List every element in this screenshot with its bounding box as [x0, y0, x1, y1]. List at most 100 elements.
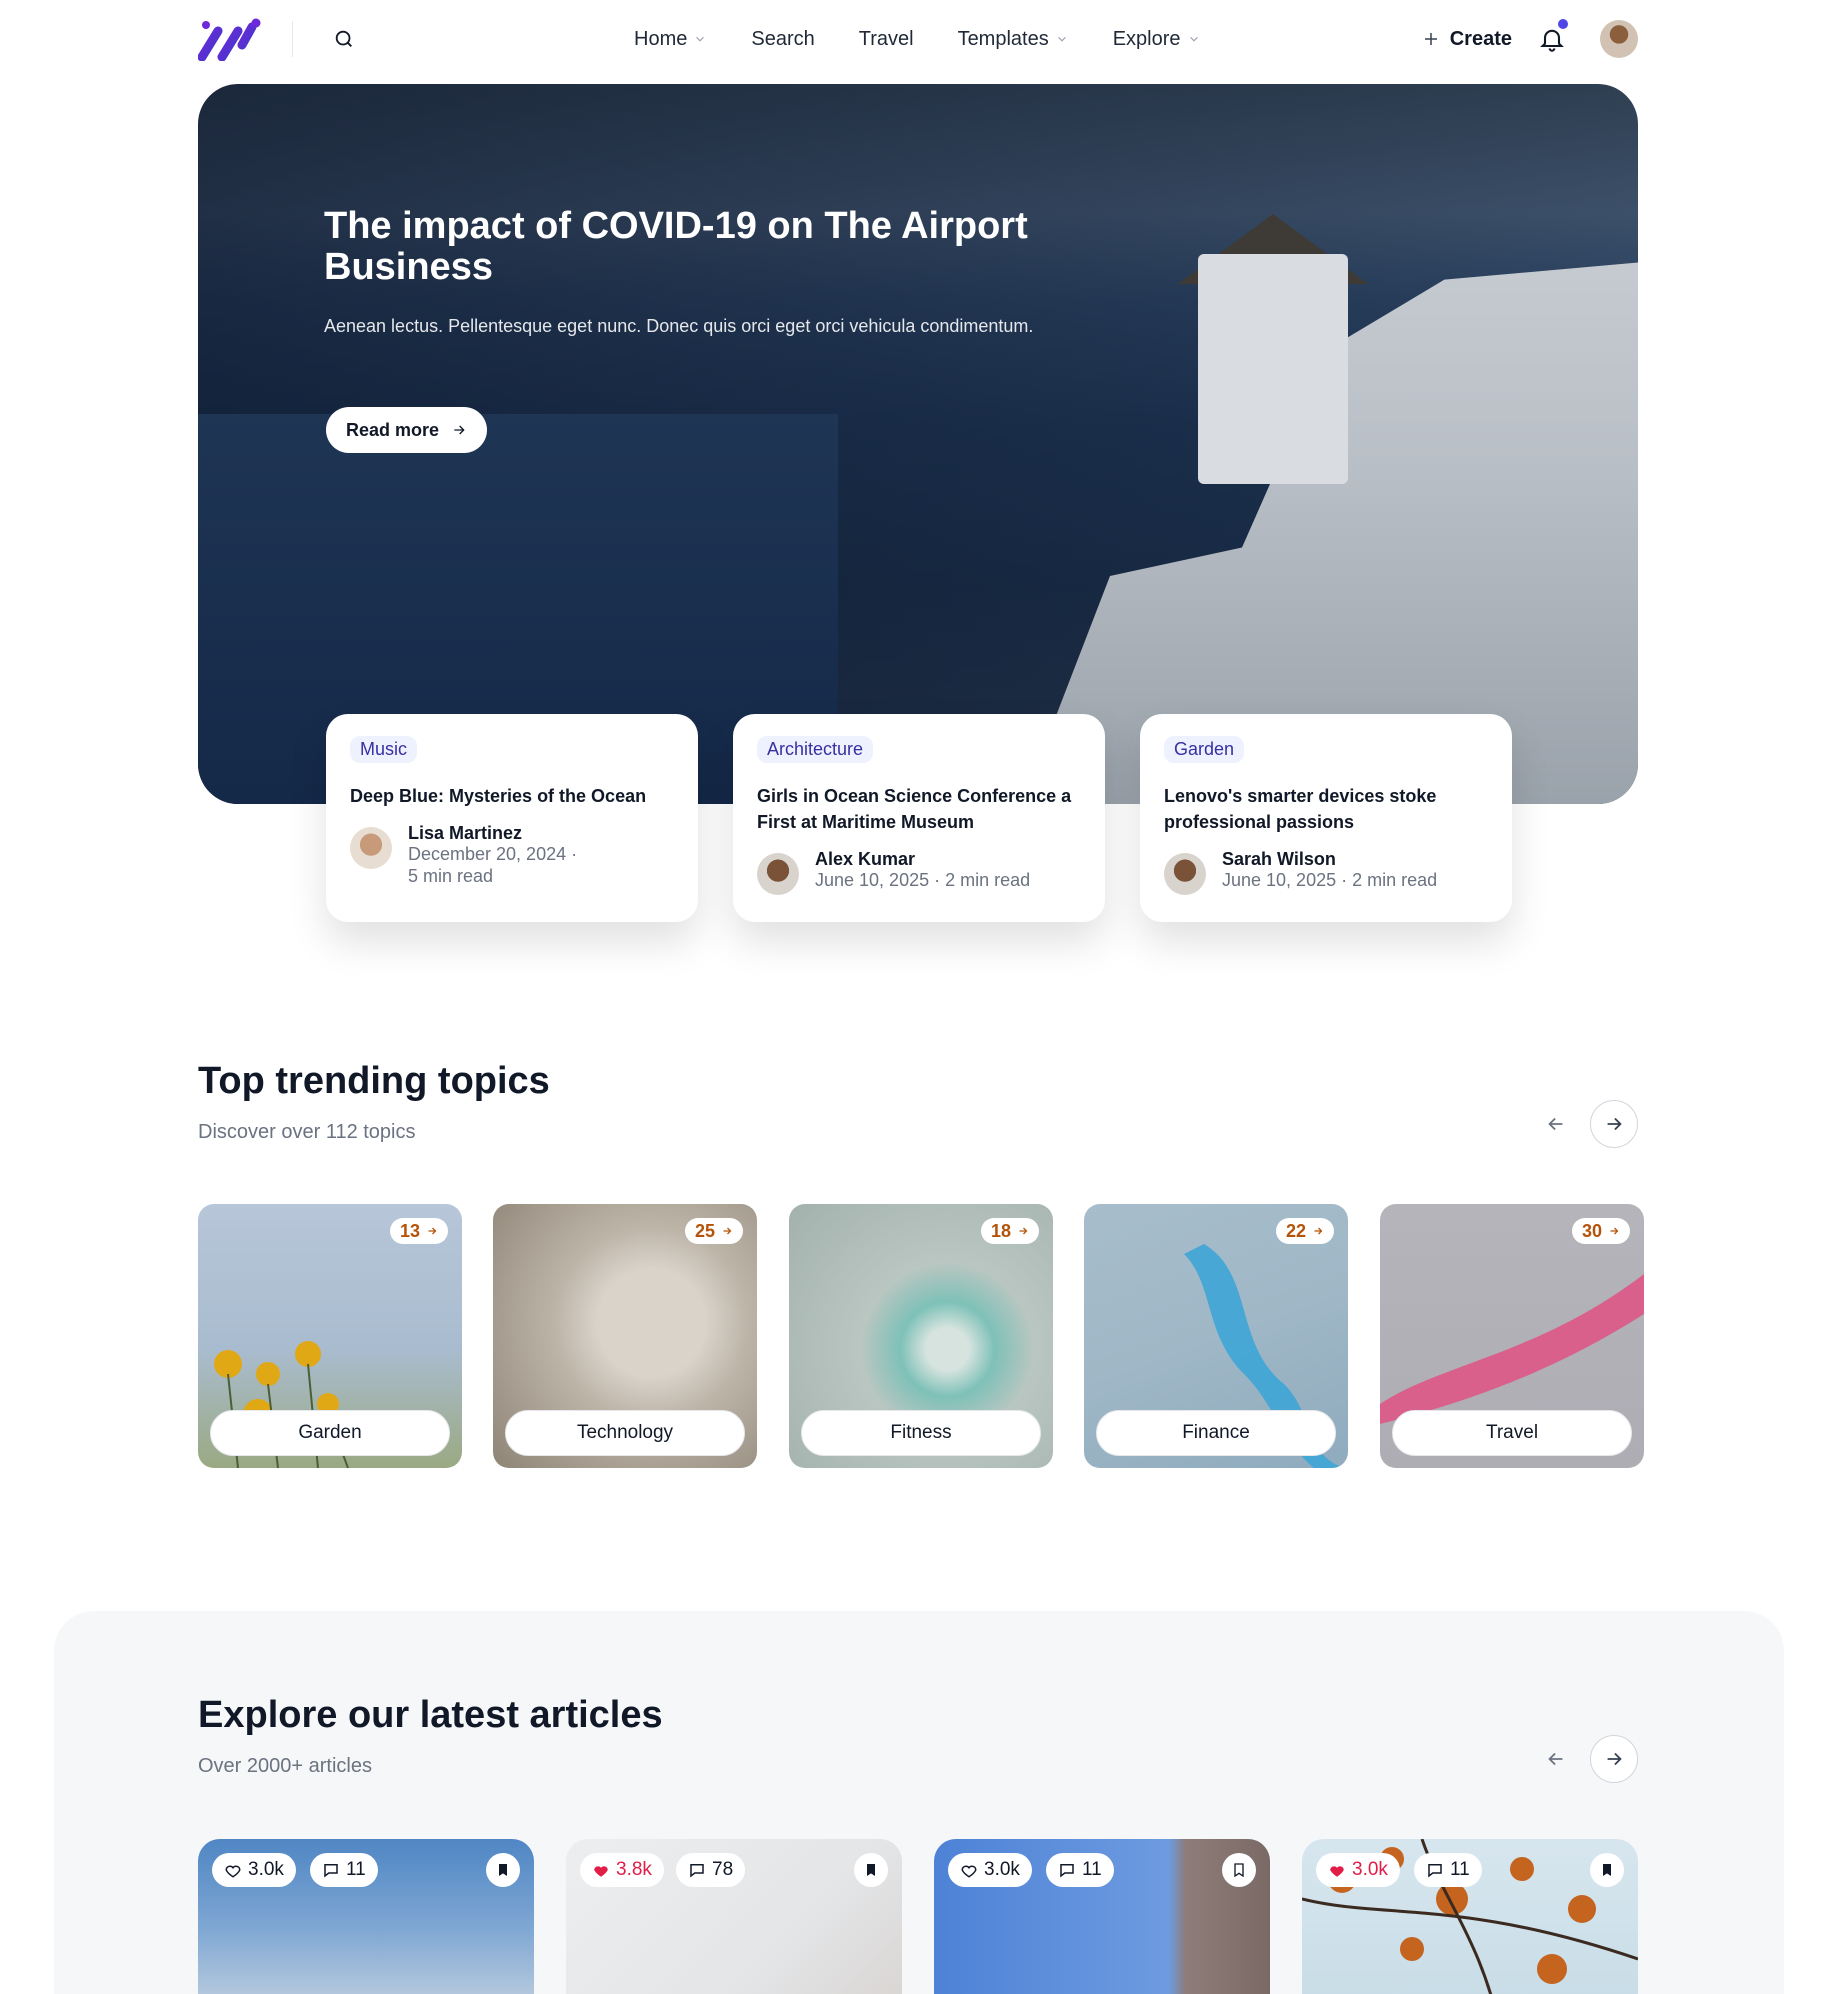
nav-search-label: Search	[751, 27, 815, 50]
header-search-button[interactable]	[327, 22, 361, 56]
featured-card-title[interactable]: Deep Blue: Mysteries of the Ocean	[350, 783, 674, 809]
nav-templates[interactable]: Templates	[936, 17, 1091, 61]
read-more-button[interactable]: Read more	[326, 407, 488, 453]
topic-count: 30	[1581, 1220, 1602, 1241]
article-card[interactable]: 3.0k 11	[198, 1839, 534, 1994]
like-count: 3.0k	[248, 1859, 284, 1880]
topic-name[interactable]: Travel	[1392, 1410, 1632, 1456]
category-badge[interactable]: Architecture	[757, 736, 874, 763]
topic-card-travel[interactable]: 30 Travel	[1380, 1204, 1644, 1468]
latest-subtitle: Over 2000+ articles	[198, 1755, 372, 1777]
bookmark-button[interactable]	[1222, 1853, 1256, 1887]
bookmark-button[interactable]	[854, 1853, 888, 1887]
nav-explore[interactable]: Explore	[1091, 17, 1223, 61]
topic-name[interactable]: Finance	[1096, 1410, 1336, 1456]
featured-card-title[interactable]: Girls in Ocean Science Conference a Firs…	[757, 783, 1081, 835]
article-card[interactable]: 3.8k 78	[566, 1839, 902, 1994]
heart-icon	[225, 1865, 241, 1878]
bell-icon	[1540, 29, 1564, 52]
topic-name[interactable]: Garden	[210, 1410, 450, 1456]
trending-prev-button[interactable]	[1532, 1100, 1580, 1148]
topic-card-fitness[interactable]: 18 Fitness	[789, 1204, 1053, 1468]
topic-name[interactable]: Fitness	[801, 1410, 1041, 1456]
topic-count: 22	[1285, 1220, 1306, 1241]
comment-button[interactable]: 11	[1414, 1853, 1482, 1887]
comment-icon	[1060, 1864, 1074, 1878]
page: Home Search Travel Templates Explore Cre…	[0, 0, 1840, 1994]
like-button[interactable]: 3.0k	[212, 1853, 296, 1887]
topic-count: 25	[694, 1220, 715, 1241]
like-count: 3.0k	[984, 1859, 1020, 1880]
notification-dot	[1558, 19, 1568, 29]
topic-count-badge: 18	[980, 1218, 1039, 1244]
plus-icon	[1424, 33, 1437, 45]
hero-image-windmill	[1198, 254, 1348, 484]
arrow-right-icon	[428, 1227, 437, 1235]
chevron-down-icon	[1189, 36, 1198, 42]
user-avatar[interactable]	[1600, 20, 1638, 58]
chevron-down-icon	[1057, 36, 1066, 42]
heart-icon	[961, 1865, 977, 1878]
latest-title: Explore our latest articles	[198, 1694, 663, 1736]
topic-count: 18	[990, 1220, 1011, 1241]
bookmark-button[interactable]	[486, 1853, 520, 1887]
arrow-right-icon	[1019, 1227, 1028, 1235]
notifications-button[interactable]	[1538, 19, 1568, 53]
header-actions: Create	[1422, 0, 1638, 78]
article-card[interactable]: 3.0k 11	[934, 1839, 1270, 1994]
article-card[interactable]: 3.0k 11	[1302, 1839, 1638, 1994]
topic-count-badge: 22	[1275, 1218, 1334, 1244]
arrow-right-icon	[1314, 1227, 1323, 1235]
trending-next-button[interactable]	[1590, 1100, 1638, 1148]
featured-card[interactable]: Architecture Girls in Ocean Science Conf…	[733, 714, 1105, 922]
avatar[interactable]	[350, 827, 392, 869]
author-info: Sarah Wilson June 10, 2025 · 2 min read	[1164, 849, 1488, 895]
latest-next-button[interactable]	[1590, 1735, 1638, 1783]
search-icon	[335, 30, 352, 47]
arrow-left-icon	[1548, 1752, 1563, 1766]
chevron-down-icon	[696, 36, 705, 42]
nav-home-label: Home	[634, 27, 688, 50]
comment-button[interactable]: 11	[1046, 1853, 1114, 1887]
nav-home[interactable]: Home	[612, 17, 729, 61]
trending-subtitle: Discover over 112 topics	[198, 1121, 416, 1143]
create-label: Create	[1449, 27, 1512, 50]
arrow-right-icon	[723, 1227, 732, 1235]
comment-button[interactable]: 11	[310, 1853, 378, 1887]
bookmark-button[interactable]	[1590, 1853, 1624, 1887]
topic-count-badge: 25	[684, 1218, 743, 1244]
nav-explore-label: Explore	[1112, 27, 1181, 50]
nav-travel[interactable]: Travel	[837, 17, 936, 61]
create-button[interactable]: Create	[1422, 28, 1512, 51]
bookmark-icon	[1603, 1864, 1611, 1876]
avatar[interactable]	[757, 853, 799, 895]
topic-card-garden[interactable]: 13 Garden	[198, 1204, 462, 1468]
like-button[interactable]: 3.0k	[948, 1853, 1032, 1887]
comment-icon	[690, 1864, 704, 1878]
author-name[interactable]: Alex Kumar	[815, 849, 1030, 869]
avatar[interactable]	[1164, 853, 1206, 895]
bookmark-icon	[867, 1864, 875, 1876]
featured-card[interactable]: Garden Lenovo's smarter devices stoke pr…	[1140, 714, 1512, 922]
featured-card-title[interactable]: Lenovo's smarter devices stoke professio…	[1164, 783, 1488, 835]
latest-prev-button[interactable]	[1532, 1735, 1580, 1783]
hero-title[interactable]: The impact of COVID-19 on The Airport Bu…	[324, 206, 1084, 288]
like-button[interactable]: 3.0k	[1316, 1853, 1400, 1887]
author-name[interactable]: Sarah Wilson	[1222, 849, 1437, 869]
read-more-label: Read more	[346, 419, 440, 440]
post-date: June 10, 2025 · 2 min read	[815, 870, 1031, 890]
topic-card-finance[interactable]: 22 Finance	[1084, 1204, 1348, 1468]
category-badge[interactable]: Garden	[1164, 736, 1245, 763]
topic-card-technology[interactable]: 25 Technology	[493, 1204, 757, 1468]
topic-name[interactable]: Technology	[505, 1410, 745, 1456]
comment-button[interactable]: 78	[676, 1853, 746, 1887]
like-button[interactable]: 3.8k	[580, 1853, 664, 1887]
topic-count: 13	[399, 1220, 420, 1241]
topic-count-badge: 30	[1571, 1218, 1630, 1244]
category-badge[interactable]: Music	[350, 736, 418, 763]
author-name[interactable]: Lisa Martinez	[408, 823, 577, 843]
nav-search[interactable]: Search	[729, 17, 836, 61]
brand-logo[interactable]	[198, 17, 262, 61]
like-count: 3.8k	[616, 1859, 652, 1880]
featured-card[interactable]: Music Deep Blue: Mysteries of the Ocean …	[326, 714, 698, 922]
